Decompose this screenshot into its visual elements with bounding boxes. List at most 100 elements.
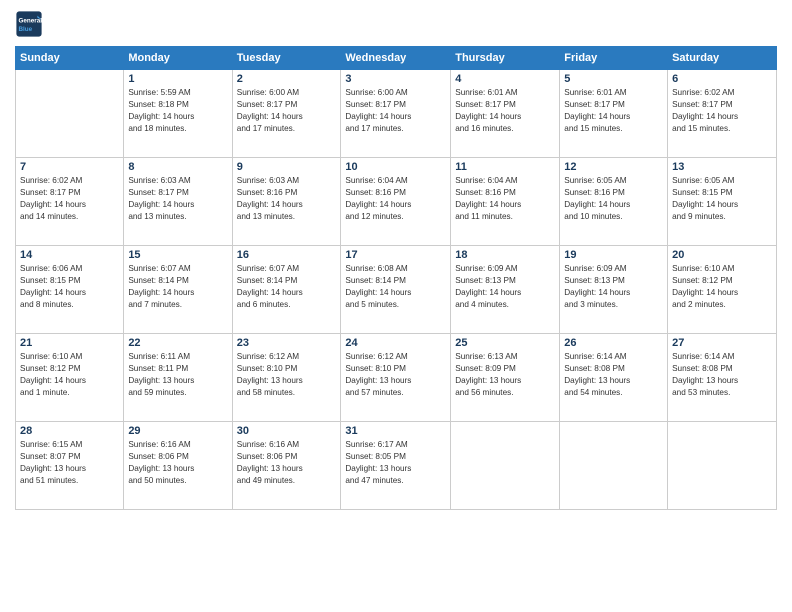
day-number: 3 [345,73,446,85]
day-info: Sunrise: 6:10 AMSunset: 8:12 PMDaylight:… [20,351,119,399]
week-row-4: 28 Sunrise: 6:15 AMSunset: 8:07 PMDayligh… [16,422,777,510]
calendar-cell: 28 Sunrise: 6:15 AMSunset: 8:07 PMDayligh… [16,422,124,510]
day-number: 31 [345,425,446,437]
day-info: Sunrise: 6:05 AMSunset: 8:16 PMDaylight:… [564,175,663,223]
col-header-friday: Friday [560,47,668,70]
day-number: 18 [455,249,555,261]
day-number: 16 [237,249,337,261]
day-info: Sunrise: 6:10 AMSunset: 8:12 PMDaylight:… [672,263,772,311]
day-number: 26 [564,337,663,349]
col-header-wednesday: Wednesday [341,47,451,70]
calendar-cell: 19Sunrise: 6:09 AMSunset: 8:13 PMDayligh… [560,246,668,334]
day-number: 17 [345,249,446,261]
day-info: Sunrise: 6:01 AMSunset: 8:17 PMDaylight:… [564,87,663,135]
day-info: Sunrise: 6:12 AMSunset: 8:10 PMDaylight:… [345,351,446,399]
day-info: Sunrise: 6:11 AMSunset: 8:11 PMDaylight:… [128,351,227,399]
day-number: 22 [128,337,227,349]
col-header-tuesday: Tuesday [232,47,341,70]
day-number: 23 [237,337,337,349]
week-row-3: 21 Sunrise: 6:10 AMSunset: 8:12 PMDayligh… [16,334,777,422]
calendar-cell: 21 Sunrise: 6:10 AMSunset: 8:12 PMDayligh… [16,334,124,422]
day-info: Sunrise: 6:14 AMSunset: 8:08 PMDaylight:… [564,351,663,399]
day-number: 29 [128,425,227,437]
day-info: Sunrise: 6:00 AMSunset: 8:17 PMDaylight:… [345,87,446,135]
calendar-cell [451,422,560,510]
day-info: Sunrise: 6:07 AMSunset: 8:14 PMDaylight:… [237,263,337,311]
day-info: Sunrise: 6:04 AMSunset: 8:16 PMDaylight:… [345,175,446,223]
day-number: 6 [672,73,772,85]
day-info: Sunrise: 6:02 AMSunset: 8:17 PMDaylight:… [672,87,772,135]
day-number: 10 [345,161,446,173]
day-info: Sunrise: 6:04 AMSunset: 8:16 PMDaylight:… [455,175,555,223]
calendar-cell: 1 Sunrise: 5:59 AMSunset: 8:18 PMDaylight… [124,70,232,158]
day-number: 30 [237,425,337,437]
calendar-cell: 14 Sunrise: 6:06 AMSunset: 8:15 PMDayligh… [16,246,124,334]
calendar-table: SundayMondayTuesdayWednesdayThursdayFrid… [15,46,777,510]
calendar-cell: 6 Sunrise: 6:02 AMSunset: 8:17 PMDaylight… [668,70,777,158]
day-info: Sunrise: 6:08 AMSunset: 8:14 PMDaylight:… [345,263,446,311]
day-info: Sunrise: 6:05 AMSunset: 8:15 PMDaylight:… [672,175,772,223]
week-row-1: 7 Sunrise: 6:02 AMSunset: 8:17 PMDaylight… [16,158,777,246]
calendar-cell: 22 Sunrise: 6:11 AMSunset: 8:11 PMDayligh… [124,334,232,422]
day-info: Sunrise: 5:59 AMSunset: 8:18 PMDaylight:… [128,87,227,135]
col-header-sunday: Sunday [16,47,124,70]
day-number: 1 [128,73,227,85]
calendar-cell: 11Sunrise: 6:04 AMSunset: 8:16 PMDayligh… [451,158,560,246]
day-info: Sunrise: 6:14 AMSunset: 8:08 PMDaylight:… [672,351,772,399]
calendar-cell: 30 Sunrise: 6:16 AMSunset: 8:06 PMDayligh… [232,422,341,510]
calendar-cell [560,422,668,510]
calendar-cell: 8 Sunrise: 6:03 AMSunset: 8:17 PMDaylight… [124,158,232,246]
day-number: 12 [564,161,663,173]
calendar-cell: 13 Sunrise: 6:05 AMSunset: 8:15 PMDayligh… [668,158,777,246]
calendar-cell: 20Sunrise: 6:10 AMSunset: 8:12 PMDayligh… [668,246,777,334]
day-info: Sunrise: 6:02 AMSunset: 8:17 PMDaylight:… [20,175,119,223]
day-number: 7 [20,161,119,173]
day-number: 14 [20,249,119,261]
page: General Blue SundayMondayTuesdayWednesda… [0,0,792,612]
calendar-cell: 7 Sunrise: 6:02 AMSunset: 8:17 PMDaylight… [16,158,124,246]
day-number: 4 [455,73,555,85]
day-number: 25 [455,337,555,349]
day-number: 19 [564,249,663,261]
day-number: 2 [237,73,337,85]
calendar-cell: 5Sunrise: 6:01 AMSunset: 8:17 PMDaylight… [560,70,668,158]
calendar-cell: 25 Sunrise: 6:13 AMSunset: 8:09 PMDayligh… [451,334,560,422]
day-info: Sunrise: 6:06 AMSunset: 8:15 PMDaylight:… [20,263,119,311]
day-info: Sunrise: 6:15 AMSunset: 8:07 PMDaylight:… [20,439,119,487]
day-number: 21 [20,337,119,349]
day-info: Sunrise: 6:16 AMSunset: 8:06 PMDaylight:… [237,439,337,487]
header-row: SundayMondayTuesdayWednesdayThursdayFrid… [16,47,777,70]
calendar-cell: 15 Sunrise: 6:07 AMSunset: 8:14 PMDayligh… [124,246,232,334]
calendar-cell: 12 Sunrise: 6:05 AMSunset: 8:16 PMDayligh… [560,158,668,246]
day-number: 8 [128,161,227,173]
calendar-cell: 4 Sunrise: 6:01 AMSunset: 8:17 PMDaylight… [451,70,560,158]
calendar-cell [668,422,777,510]
calendar-cell: 26 Sunrise: 6:14 AMSunset: 8:08 PMDayligh… [560,334,668,422]
calendar-cell: 23 Sunrise: 6:12 AMSunset: 8:10 PMDayligh… [232,334,341,422]
day-info: Sunrise: 6:16 AMSunset: 8:06 PMDaylight:… [128,439,227,487]
calendar-cell: 9 Sunrise: 6:03 AMSunset: 8:16 PMDaylight… [232,158,341,246]
day-info: Sunrise: 6:03 AMSunset: 8:16 PMDaylight:… [237,175,337,223]
calendar-cell: 16 Sunrise: 6:07 AMSunset: 8:14 PMDayligh… [232,246,341,334]
calendar-cell: 10 Sunrise: 6:04 AMSunset: 8:16 PMDayligh… [341,158,451,246]
day-info: Sunrise: 6:01 AMSunset: 8:17 PMDaylight:… [455,87,555,135]
day-info: Sunrise: 6:07 AMSunset: 8:14 PMDaylight:… [128,263,227,311]
col-header-thursday: Thursday [451,47,560,70]
day-info: Sunrise: 6:03 AMSunset: 8:17 PMDaylight:… [128,175,227,223]
logo: General Blue [15,10,47,38]
day-info: Sunrise: 6:00 AMSunset: 8:17 PMDaylight:… [237,87,337,135]
day-number: 9 [237,161,337,173]
day-info: Sunrise: 6:12 AMSunset: 8:10 PMDaylight:… [237,351,337,399]
day-number: 13 [672,161,772,173]
day-info: Sunrise: 6:13 AMSunset: 8:09 PMDaylight:… [455,351,555,399]
calendar-cell: 3 Sunrise: 6:00 AMSunset: 8:17 PMDaylight… [341,70,451,158]
day-number: 27 [672,337,772,349]
calendar-cell: 17 Sunrise: 6:08 AMSunset: 8:14 PMDayligh… [341,246,451,334]
week-row-0: 1 Sunrise: 5:59 AMSunset: 8:18 PMDaylight… [16,70,777,158]
day-number: 28 [20,425,119,437]
calendar-cell: 18Sunrise: 6:09 AMSunset: 8:13 PMDayligh… [451,246,560,334]
day-number: 15 [128,249,227,261]
day-info: Sunrise: 6:17 AMSunset: 8:05 PMDaylight:… [345,439,446,487]
calendar-cell: 24Sunrise: 6:12 AMSunset: 8:10 PMDayligh… [341,334,451,422]
col-header-saturday: Saturday [668,47,777,70]
